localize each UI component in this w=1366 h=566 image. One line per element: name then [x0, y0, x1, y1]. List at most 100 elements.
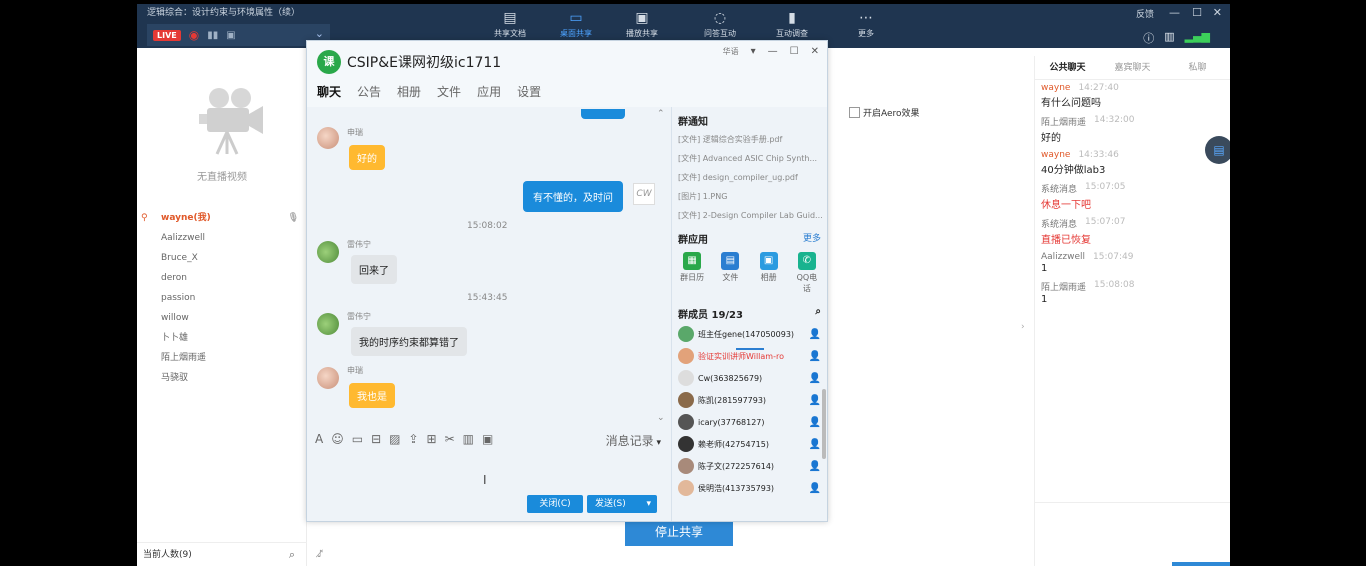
chevron-down-icon[interactable]: ▾: [646, 495, 651, 513]
scissors-icon[interactable]: ✂: [445, 432, 455, 446]
group-app[interactable]: ▣ 相册: [755, 252, 783, 294]
screen-icon[interactable]: ▣: [226, 30, 235, 41]
send-strip[interactable]: [1172, 562, 1230, 566]
group-member[interactable]: 陈凯(281597793) 👤: [672, 389, 827, 411]
audience-item[interactable]: 陌上烟雨遥: [137, 348, 307, 368]
chat-input[interactable]: [1035, 502, 1230, 560]
toolbar-button[interactable]: ▮ 互动调查: [769, 10, 815, 39]
audience-item[interactable]: Aalizzwell: [137, 228, 307, 248]
chat-sender[interactable]: 陌上烟雨遥: [1041, 280, 1086, 293]
message-input[interactable]: I: [307, 453, 669, 495]
chat-tab[interactable]: 嘉宾聊天: [1100, 56, 1165, 79]
group-tab[interactable]: 相册: [397, 83, 421, 100]
notice-item[interactable]: [文件] 2-Design Compiler Lab Guid...: [672, 206, 827, 225]
chat-sender[interactable]: 系统消息: [1041, 182, 1077, 195]
group-member[interactable]: 班主任gene(147050093) 👤: [672, 323, 827, 345]
gift-icon[interactable]: ⊞: [427, 432, 437, 446]
avatar[interactable]: [317, 241, 339, 263]
chat-sender[interactable]: 陌上烟雨遥: [1041, 115, 1086, 128]
stop-share-button[interactable]: 停止共享: [625, 518, 733, 546]
bag-icon[interactable]: ⊟: [371, 432, 381, 446]
chat-sender[interactable]: Aalizzwell: [1041, 252, 1085, 262]
send-button[interactable]: 发送(S) ▾: [587, 495, 657, 513]
toolbar-button[interactable]: ◌ 问答互动: [697, 10, 743, 39]
chat-tab[interactable]: 私聊: [1165, 56, 1230, 79]
group-member[interactable]: icary(37768127) 👤: [672, 411, 827, 433]
audience-item[interactable]: passion: [137, 288, 307, 308]
scrollbar[interactable]: [822, 389, 826, 459]
group-member[interactable]: 赖老师(42754715) 👤: [672, 433, 827, 455]
chat-sender[interactable]: wayne: [1041, 83, 1070, 93]
aero-option[interactable]: 开启Aero效果: [849, 106, 920, 119]
minimize-icon[interactable]: —: [768, 46, 778, 57]
audience-item[interactable]: 卜卜雄: [137, 328, 307, 348]
record-icon[interactable]: ◉: [189, 28, 199, 42]
group-avatar[interactable]: 课: [317, 50, 341, 74]
group-tab[interactable]: 文件: [437, 83, 461, 100]
chat-sender[interactable]: 系统消息: [1041, 217, 1077, 230]
audience-item[interactable]: deron: [137, 268, 307, 288]
emoji-icon[interactable]: ☺: [331, 432, 344, 446]
scroll-up-icon[interactable]: ⌃: [657, 109, 665, 119]
notice-item[interactable]: [文件] design_compiler_ug.pdf: [672, 168, 827, 187]
upload-icon[interactable]: ⇪: [408, 432, 418, 446]
audience-item-me[interactable]: ⚲ wayne(我) 🎙: [137, 208, 307, 228]
toolbar-button[interactable]: ▤ 共享文档: [487, 10, 533, 39]
group-tab[interactable]: 聊天: [317, 83, 341, 100]
stats-icon[interactable]: ▥: [1164, 30, 1174, 46]
close-chat-button[interactable]: 关闭(C): [527, 495, 583, 513]
minimize-icon[interactable]: —: [1169, 6, 1180, 19]
image-icon[interactable]: ▨: [389, 432, 400, 446]
audience-item[interactable]: willow: [137, 308, 307, 328]
apps-more-link[interactable]: 更多: [803, 231, 821, 246]
info-icon[interactable]: ⓘ: [1143, 30, 1154, 46]
audience-item[interactable]: Bruce_X: [137, 248, 307, 268]
font-icon[interactable]: A: [315, 432, 323, 446]
toolbar-button[interactable]: ⋯ 更多: [843, 10, 889, 39]
search-icon[interactable]: ⌕: [289, 543, 295, 566]
chevron-down-icon[interactable]: ⌄: [315, 27, 324, 40]
group-app[interactable]: ▤ 文件: [716, 252, 744, 294]
close-icon[interactable]: ✕: [811, 46, 819, 57]
avatar[interactable]: [317, 367, 339, 389]
group-member[interactable]: Cw(363825679) 👤: [672, 367, 827, 389]
maximize-icon[interactable]: ☐: [1192, 6, 1202, 19]
group-tab[interactable]: 公告: [357, 83, 381, 100]
pause-icon[interactable]: ▮▮: [207, 30, 218, 41]
toolbar-button[interactable]: ▭ 桌面共享: [553, 10, 599, 39]
avatar[interactable]: [317, 127, 339, 149]
chevron-down-icon[interactable]: ▾: [751, 46, 756, 57]
group-tab[interactable]: 应用: [477, 83, 501, 100]
delete-icon[interactable]: ▥: [463, 432, 474, 446]
search-icon[interactable]: ⌕: [815, 306, 821, 321]
avatar[interactable]: CW: [633, 183, 655, 205]
chevron-right-icon[interactable]: ›: [1021, 322, 1025, 332]
toolbar-button[interactable]: ▣ 播放共享: [619, 10, 665, 39]
notice-item[interactable]: [文件] 逻辑综合实验手册.pdf: [672, 130, 827, 149]
chat-sender[interactable]: wayne: [1041, 150, 1070, 160]
feedback-link[interactable]: 反馈: [1136, 7, 1154, 20]
chat-tab[interactable]: 公共聊天: [1035, 56, 1100, 79]
aero-checkbox[interactable]: [849, 107, 860, 118]
gif-icon[interactable]: ▭: [352, 432, 363, 446]
audience-item[interactable]: 马骁驭: [137, 368, 307, 388]
scroll-down-icon[interactable]: ⌄: [657, 413, 665, 421]
group-member[interactable]: 陈子文(272257614) 👤: [672, 455, 827, 477]
floating-chat-icon[interactable]: ▤: [1205, 136, 1230, 164]
mute-icon[interactable]: ♪̸: [317, 549, 323, 560]
screen-record-icon[interactable]: ▣: [482, 432, 493, 446]
microphone-icon[interactable]: 🎙: [288, 208, 299, 228]
language-selector[interactable]: 华语: [723, 46, 739, 57]
notice-item[interactable]: [文件] Advanced ASIC Chip Synth...: [672, 149, 827, 168]
message-history-button[interactable]: 消息记录 ▾: [606, 432, 661, 449]
maximize-icon[interactable]: ☐: [790, 46, 799, 57]
app-title: 逻辑综合：设计约束与环境属性（续）: [147, 8, 301, 18]
group-member[interactable]: 侯明浩(413735793) 👤: [672, 477, 827, 499]
close-icon[interactable]: ✕: [1213, 6, 1222, 19]
avatar[interactable]: [317, 313, 339, 335]
group-app[interactable]: ✆ QQ电话: [793, 252, 821, 294]
message-sender: 雷伟宁: [347, 240, 371, 249]
notice-item[interactable]: [图片] 1.PNG: [672, 187, 827, 206]
group-tab[interactable]: 设置: [517, 83, 541, 100]
group-app[interactable]: ▦ 群日历: [678, 252, 706, 294]
